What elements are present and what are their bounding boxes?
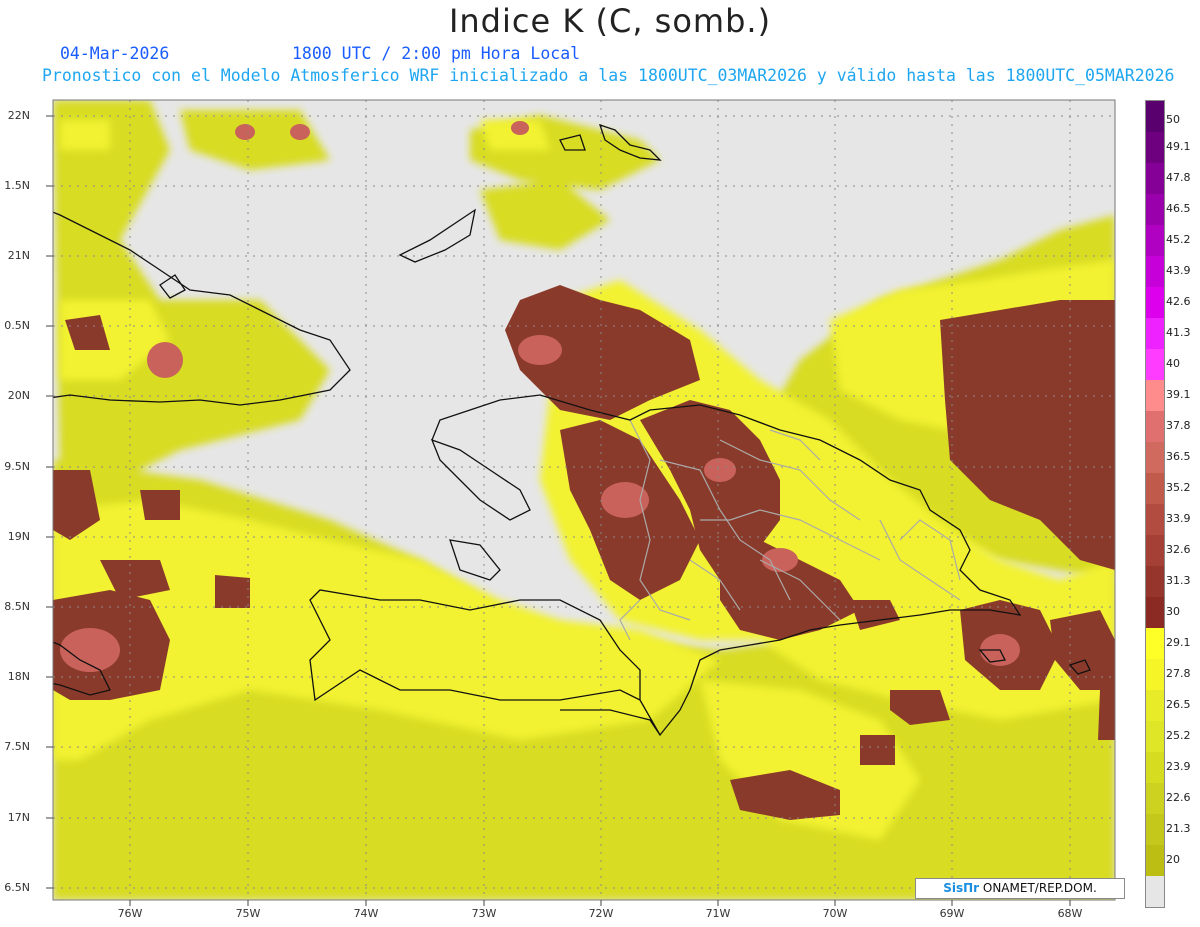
credit-text: ONAMET/REP.DOM. bbox=[979, 881, 1097, 895]
color-scale-swatch bbox=[1146, 101, 1164, 132]
color-scale-label: 35.2 bbox=[1166, 480, 1191, 494]
color-scale-swatch bbox=[1146, 504, 1164, 535]
color-scale-swatch bbox=[1146, 473, 1164, 504]
color-scale-label: 27.8 bbox=[1166, 666, 1191, 680]
color-scale-label: 33.9 bbox=[1166, 511, 1191, 525]
color-scale-label: 20 bbox=[1166, 852, 1180, 866]
lon-label: 74W bbox=[353, 907, 379, 920]
lat-label: 8.5N bbox=[4, 600, 30, 613]
color-scale-swatch bbox=[1146, 628, 1164, 659]
color-scale-label: 42.6 bbox=[1166, 294, 1191, 308]
color-scale-swatch bbox=[1146, 380, 1164, 411]
lat-label: 7.5N bbox=[4, 740, 30, 753]
lon-label: 72W bbox=[588, 907, 614, 920]
lon-label: 68W bbox=[1057, 907, 1083, 920]
color-scale-swatch bbox=[1146, 845, 1164, 876]
color-scale-swatch bbox=[1146, 194, 1164, 225]
color-scale-label: 46.5 bbox=[1166, 201, 1191, 215]
color-scale-label: 31.3 bbox=[1166, 573, 1191, 587]
color-scale-label: 32.6 bbox=[1166, 542, 1191, 556]
lat-label: 20N bbox=[7, 389, 30, 402]
lat-label: 21N bbox=[7, 249, 30, 262]
color-scale-swatch bbox=[1146, 752, 1164, 783]
lon-label: 73W bbox=[471, 907, 497, 920]
lat-label: 0.5N bbox=[4, 319, 30, 332]
lat-label: 22N bbox=[7, 109, 30, 122]
color-scale-label: 47.8 bbox=[1166, 170, 1191, 184]
color-scale-label: 40 bbox=[1166, 356, 1180, 370]
color-scale-swatch bbox=[1146, 442, 1164, 473]
color-scale-label: 39.1 bbox=[1166, 387, 1191, 401]
lat-label: 6.5N bbox=[4, 881, 30, 894]
color-scale-label: 22.6 bbox=[1166, 790, 1191, 804]
lat-ticks bbox=[46, 115, 53, 889]
color-scale-bar bbox=[1145, 100, 1165, 908]
color-scale-label: 36.5 bbox=[1166, 449, 1191, 463]
color-scale-label: 45.2 bbox=[1166, 232, 1191, 246]
color-scale-swatch bbox=[1146, 132, 1164, 163]
lat-label: 9.5N bbox=[4, 460, 30, 473]
color-scale-swatch bbox=[1146, 783, 1164, 814]
lat-label: 1.5N bbox=[4, 179, 30, 192]
sispi-logo: SisПr bbox=[943, 881, 980, 895]
color-scale-label: 50 bbox=[1166, 112, 1180, 126]
color-scale-swatch bbox=[1146, 814, 1164, 845]
color-scale-swatch bbox=[1146, 535, 1164, 566]
color-scale-swatch bbox=[1146, 721, 1164, 752]
color-scale-swatch bbox=[1146, 659, 1164, 690]
color-scale-label: 25.2 bbox=[1166, 728, 1191, 742]
color-scale-label: 43.9 bbox=[1166, 263, 1191, 277]
color-scale-label: 23.9 bbox=[1166, 759, 1191, 773]
lon-label: 71W bbox=[705, 907, 731, 920]
color-scale-label: 49.1 bbox=[1166, 139, 1191, 153]
lon-label: 76W bbox=[117, 907, 143, 920]
color-scale-swatch bbox=[1146, 411, 1164, 442]
lon-ticks bbox=[129, 900, 1071, 906]
color-scale-swatch bbox=[1146, 566, 1164, 597]
color-scale-swatch bbox=[1146, 349, 1164, 380]
k-index-map bbox=[46, 99, 1116, 906]
color-scale-swatch bbox=[1146, 318, 1164, 349]
lon-label: 75W bbox=[235, 907, 261, 920]
color-scale-label: 29.1 bbox=[1166, 635, 1191, 649]
color-scale-label: 30 bbox=[1166, 604, 1180, 618]
color-scale-label: 37.8 bbox=[1166, 418, 1191, 432]
color-scale-label: 41.3 bbox=[1166, 325, 1191, 339]
color-scale-swatch bbox=[1146, 163, 1164, 194]
color-scale-swatch bbox=[1146, 690, 1164, 721]
color-scale-swatch bbox=[1146, 225, 1164, 256]
color-scale-label: 21.3 bbox=[1166, 821, 1191, 835]
credit-box: SisПr ONAMET/REP.DOM. bbox=[915, 878, 1125, 899]
color-scale-swatch bbox=[1146, 287, 1164, 318]
lon-label: 70W bbox=[822, 907, 848, 920]
color-scale-swatch bbox=[1146, 876, 1164, 907]
color-scale-swatch bbox=[1146, 256, 1164, 287]
lat-label: 18N bbox=[7, 670, 30, 683]
lat-label: 19N bbox=[7, 530, 30, 543]
color-scale-label: 26.5 bbox=[1166, 697, 1191, 711]
lon-label: 69W bbox=[939, 907, 965, 920]
lat-label: 17N bbox=[7, 811, 30, 824]
color-scale-swatch bbox=[1146, 597, 1164, 628]
